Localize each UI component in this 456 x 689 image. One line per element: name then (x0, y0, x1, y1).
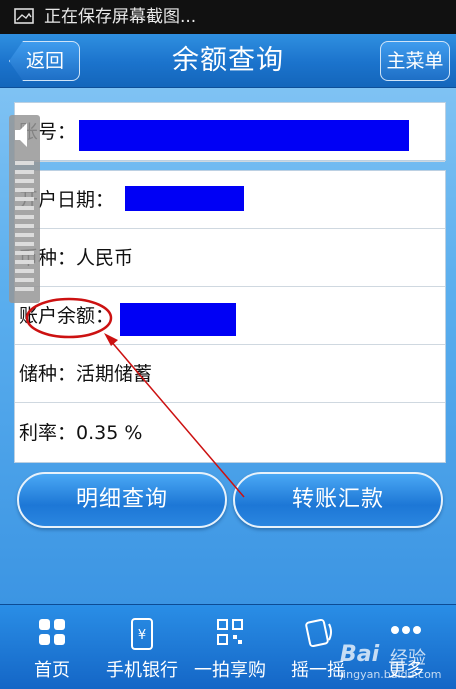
account-card: 账号： (14, 102, 446, 162)
volume-level-bars (15, 161, 34, 291)
rate-label: 利率：0.35 % (19, 422, 143, 444)
transfer-button[interactable]: 转账汇款 (233, 472, 443, 528)
balance-redacted (120, 303, 236, 336)
baidu-watermark: Bai 经验 jingyan.baidu.com (338, 630, 456, 686)
detail-query-button[interactable]: 明细查询 (17, 472, 227, 528)
balance-label: 账户余额： (19, 305, 115, 327)
status-bar: 正在保存屏幕截图... (0, 0, 456, 34)
app-header: 余额查询 返回 主菜单 (0, 34, 456, 88)
watermark-url: jingyan.baidu.com (340, 668, 442, 681)
currency-row: 币种：人民币 (15, 229, 445, 287)
nav-label-scan-buy: 一拍享购 (194, 660, 266, 681)
rate-row: 利率：0.35 % (15, 403, 445, 463)
grid-icon (39, 619, 65, 645)
open-date-redacted (125, 186, 244, 211)
deposit-type-row: 储种：活期储蓄 (15, 345, 445, 403)
nav-item-mobile-banking[interactable]: ¥ 手机银行 (100, 605, 184, 689)
nav-item-home[interactable]: 首页 (10, 605, 94, 689)
watermark-brand: Bai (340, 642, 380, 667)
qr-code-icon (217, 619, 243, 645)
nav-label-home: 首页 (34, 660, 70, 681)
watermark-brand-suffix: 经验 (390, 648, 426, 669)
status-text: 正在保存屏幕截图... (44, 7, 197, 27)
deposit-type-label: 储种：活期储蓄 (19, 363, 153, 385)
main-menu-button[interactable]: 主菜单 (380, 41, 450, 81)
nav-label-mobile-banking: 手机银行 (106, 660, 178, 681)
screenshot-icon (14, 8, 34, 24)
nav-item-scan-buy[interactable]: 一拍享购 (188, 605, 272, 689)
account-number-redacted (79, 120, 409, 151)
shake-icon (305, 618, 332, 648)
phone-bank-icon: ¥ (131, 618, 153, 650)
details-card: 开户日期： 币种：人民币 账户余额： 储种：活期储蓄 利率：0.35 % (14, 170, 446, 463)
svg-text:¥: ¥ (138, 628, 146, 643)
back-button[interactable]: 返回 (9, 41, 80, 81)
volume-overlay (9, 115, 40, 303)
speaker-icon (15, 123, 27, 147)
